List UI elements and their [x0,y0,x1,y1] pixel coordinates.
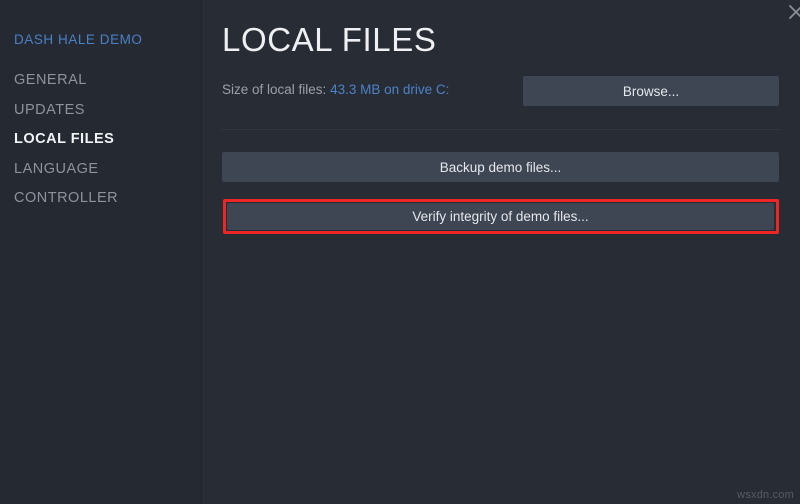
sidebar-nav-list: GENERAL UPDATES LOCAL FILES LANGUAGE CON… [0,66,203,214]
size-label: Size of local files: [222,82,327,97]
sidebar-item-label: UPDATES [14,101,85,118]
sidebar-item-controller[interactable]: CONTROLLER [0,184,203,214]
local-files-panel: LOCAL FILES Size of local files: 43.3 MB… [204,0,800,504]
sidebar-item-general[interactable]: GENERAL [0,66,203,96]
backup-demo-files-button[interactable]: Backup demo files... [222,152,779,182]
close-icon[interactable] [787,3,800,21]
sidebar-item-language[interactable]: LANGUAGE [0,155,203,185]
game-title: DASH HALE DEMO [14,32,143,47]
settings-sidebar: DASH HALE DEMO GENERAL UPDATES LOCAL FIL… [0,0,203,504]
local-files-size-row: Size of local files: 43.3 MB on drive C: [222,82,449,97]
sidebar-item-label: CONTROLLER [14,190,119,206]
page-title: LOCAL FILES [222,21,437,58]
section-divider [222,129,781,130]
watermark: wsxdn.com [737,489,794,501]
steam-game-properties-window: DASH HALE DEMO GENERAL UPDATES LOCAL FIL… [0,0,800,504]
sidebar-item-label: LANGUAGE [14,160,99,177]
browse-button[interactable]: Browse... [523,76,779,106]
sidebar-item-local-files[interactable]: LOCAL FILES [0,125,203,155]
size-value: 43.3 MB on drive C: [330,82,450,97]
sidebar-item-updates[interactable]: UPDATES [0,96,203,126]
verify-integrity-button[interactable]: Verify integrity of demo files... [227,203,774,230]
sidebar-item-label: LOCAL FILES [14,131,115,147]
sidebar-item-label: GENERAL [14,72,87,88]
